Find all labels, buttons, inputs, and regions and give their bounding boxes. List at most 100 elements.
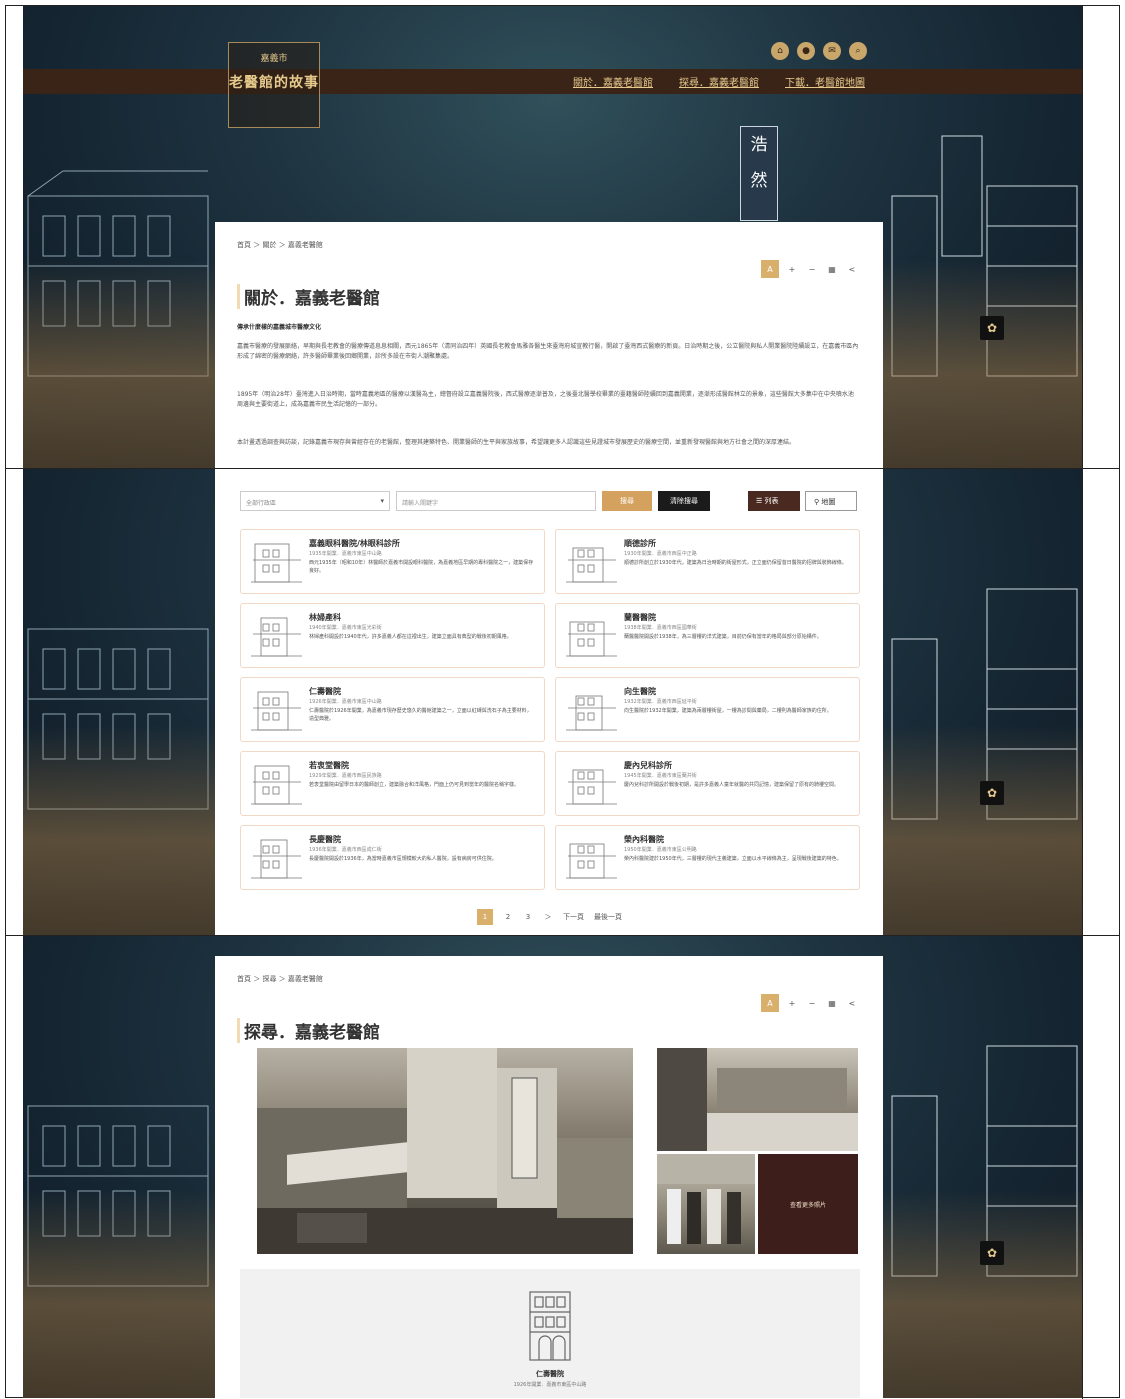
explore-list-card: 全部行政區 ▾ 請輸入關鍵字 搜尋 清除搜尋 ☰ 列表 ⚲ 地圖 嘉義眼科醫院/…: [215, 469, 883, 935]
clinic-name: 向生醫院: [624, 687, 656, 696]
lead-text: 傳承什麼樣的嘉義城市醫療文化: [237, 324, 322, 331]
clear-search-button[interactable]: 清除搜尋: [658, 491, 710, 511]
map-view-button[interactable]: ⚲ 地圖: [805, 491, 857, 511]
clinic-description: 慶內兒科診所開設於戰後初期，是許多嘉義人童年就醫的共同記憶，建築保留了原有的騎樓…: [624, 782, 840, 788]
pagination: 1 2 3 ＞ 下一頁 最後一頁: [477, 909, 622, 925]
building-illustration-right: [891, 135, 1078, 377]
search-button[interactable]: 搜尋: [602, 491, 652, 511]
clinic-name: 仁壽醫院: [309, 687, 341, 696]
page-1[interactable]: 1: [477, 909, 493, 925]
print-icon[interactable]: ▦: [825, 996, 839, 1010]
clinic-description: 順德診所創立於1930年代，建築為日治時期的街屋形式，正立面仍保留昔日醫院的招牌…: [624, 560, 847, 566]
row-explore-detail: ✿ 首頁 ＞ 探尋 ＞ 嘉義老醫館 A + − ▦ < 探尋．嘉義老醫館 查看更…: [6, 936, 1119, 1399]
street-photo-illustration: [657, 1048, 858, 1151]
clinic-card[interactable]: 慶內兒科診所 1945年開業．嘉義市東區蘭井街慶內兒科診所開設於戰後初期，是許多嘉…: [555, 751, 860, 816]
district-select[interactable]: 全部行政區 ▾: [240, 491, 390, 511]
clinic-card[interactable]: 林婦產科 1940年開業．嘉義市東區光彩街 林婦產科開設於1940年代，許多嘉義人都…: [240, 603, 545, 668]
explore-detail-card: 首頁 ＞ 探尋 ＞ 嘉義老醫館 A + − ▦ < 探尋．嘉義老醫館 查看更多照…: [215, 956, 883, 1398]
breadcrumb: 首頁 ＞ 關於 ＞ 嘉義老醫館: [237, 241, 323, 249]
user-icon[interactable]: ●: [797, 42, 815, 60]
clinic-meta: 1929年開業．嘉義市西區民族路: [309, 773, 382, 779]
main-nav: 關於．嘉義老醫館 探尋．嘉義老醫館 下載．老醫館地圖: [573, 74, 865, 89]
mail-icon[interactable]: ✉: [823, 42, 841, 60]
historic-photo-3[interactable]: [657, 1154, 755, 1254]
zoom-out-icon[interactable]: −: [805, 262, 819, 276]
search-icon[interactable]: ⌕: [849, 42, 867, 60]
clinic-card[interactable]: 向生醫院 1932年開業．嘉義市西區延平街 向生醫院於1932年開業，建築為兩層樓街…: [555, 677, 860, 742]
clinic-meta: 1926年開業．嘉義市東區中山路: [309, 699, 382, 705]
clinic-meta: 1938年開業．嘉義市西區國華街: [624, 625, 697, 631]
clinic-card[interactable]: 長慶醫院 1936年開業．嘉義市西區成仁街 長慶醫院開設於1936年，為當時嘉義市區…: [240, 825, 545, 890]
clinic-thumbnail: [251, 691, 302, 731]
zoom-in-icon[interactable]: +: [785, 996, 799, 1010]
row-about: 浩 然 嘉義市 老醫館的故事 ⌂ ● ✉ ⌕ 關於．嘉義老醫館 探尋．嘉義老醫館…: [6, 6, 1119, 469]
page-tools: A + − ▦ <: [761, 260, 859, 278]
clinic-card[interactable]: 蘭醫醫院 1938年開業．嘉義市西區國華街蘭醫醫院開設於1938年，為三層樓的洋式…: [555, 603, 860, 668]
clinic-description: 長慶醫院開設於1936年，為當時嘉義市區規模較大的私人醫院，設有病房可供住院。: [309, 856, 497, 862]
clinic-card[interactable]: 若衷堂醫院 1929年開業．嘉義市西區民族路若衷堂醫院由留學日本的醫師創立，建築融…: [240, 751, 545, 816]
main-historic-photo[interactable]: [257, 1048, 633, 1254]
clinic-card[interactable]: 榮內科醫院 1950年開業．嘉義市東區公明路 榮內科醫院建於1950年代，三層樓的現…: [555, 825, 860, 890]
building-illustration-left: [27, 628, 209, 810]
clinic-meta: 1932年開業．嘉義市西區延平街: [624, 699, 697, 705]
nav-download[interactable]: 下載．老醫館地圖: [785, 74, 865, 89]
share-icon[interactable]: <: [845, 262, 859, 276]
about-paragraph: 1895年（明治28年）臺灣進入日治時期，當時嘉義地區的醫療以漢醫為主，總督府設…: [237, 391, 854, 408]
clinic-name: 若衷堂醫院: [309, 761, 349, 770]
clinic-thumbnail: [566, 695, 617, 731]
next-page-link[interactable]: 下一頁: [563, 912, 584, 922]
sidebar-toggle-button[interactable]: ✿: [980, 781, 1004, 805]
clinic-thumbnail: [566, 843, 617, 879]
clinic-list: 嘉義眼科醫院/林眼科診所 1935年開業．嘉義市東區中山路 西元1935年（昭和10…: [240, 529, 860, 890]
featured-clinic-name: 仁壽醫院: [536, 1370, 564, 1378]
font-size-icon[interactable]: A: [761, 260, 779, 278]
logo-subtitle: 嘉義市: [260, 54, 288, 64]
historic-photo-2[interactable]: [657, 1048, 858, 1151]
featured-clinic[interactable]: 仁壽醫院 1926年開業．嘉義市東區中山路: [240, 1269, 860, 1398]
more-photos-button[interactable]: 查看更多照片: [758, 1154, 858, 1254]
page-title: 探尋．嘉義老醫館: [237, 1018, 380, 1043]
nav-explore[interactable]: 探尋．嘉義老醫館: [679, 74, 759, 89]
nav-about[interactable]: 關於．嘉義老醫館: [573, 74, 653, 89]
site-logo[interactable]: 嘉義市 老醫館的故事: [228, 42, 320, 128]
font-size-icon[interactable]: A: [761, 994, 779, 1012]
clinic-building-icon: [529, 1291, 571, 1361]
group-photo-illustration: [657, 1154, 755, 1244]
last-page-link[interactable]: 最後一頁: [594, 912, 622, 922]
print-icon[interactable]: ▦: [825, 262, 839, 276]
zoom-in-icon[interactable]: +: [785, 262, 799, 276]
clinic-description: 林婦產科開設於1940年代，許多嘉義人都在這裡出生，建築立面具有典型的戰後初期風…: [309, 634, 512, 640]
clinic-meta: 1945年開業．嘉義市東區蘭井街: [624, 773, 697, 779]
clinic-name: 蘭醫醫院: [624, 613, 656, 622]
row-explore-list: ✿ 全部行政區 ▾ 請輸入關鍵字 搜尋 清除搜尋 ☰ 列表 ⚲ 地圖 嘉義眼科醫…: [6, 469, 1119, 936]
about-paragraph: 嘉義市醫療的發展脈絡，早期與長老教會的醫療傳道息息相關，西元1865年（清同治四…: [237, 343, 859, 360]
clinic-meta: 1950年開業．嘉義市東區公明路: [624, 847, 697, 853]
clinic-card[interactable]: 嘉義眼科醫院/林眼科診所 1935年開業．嘉義市東區中山路 西元1935年（昭和10…: [240, 529, 545, 594]
clinic-description: 蘭醫醫院開設於1938年，為三層樓的洋式建築，目前仍保有當年的格局與部分原始構件…: [624, 634, 822, 640]
clinic-name: 慶內兒科診所: [624, 761, 672, 770]
clinic-card[interactable]: 仁壽醫院 1926年開業．嘉義市東區中山路仁壽醫院於1926年開業，為嘉義市現存歷…: [240, 677, 545, 742]
page-2[interactable]: 2: [503, 913, 513, 921]
page-3[interactable]: 3: [523, 913, 533, 921]
list-view-button[interactable]: ☰ 列表: [748, 491, 800, 511]
next-arrow[interactable]: ＞: [543, 912, 553, 922]
share-icon[interactable]: <: [845, 996, 859, 1010]
clinic-name: 長慶醫院: [309, 835, 341, 844]
clinic-card[interactable]: 順德診所 1930年開業．嘉義市西區中正路順德診所創立於1930年代，建築為日治時…: [555, 529, 860, 594]
sidebar-toggle-button[interactable]: ✿: [980, 1241, 1004, 1265]
clinic-thumbnail: [251, 617, 302, 657]
building-illustration-left: [27, 170, 209, 377]
clinic-meta: 1930年開業．嘉義市西區中正路: [624, 551, 697, 557]
zoom-out-icon[interactable]: −: [805, 996, 819, 1010]
clinic-description: 若衷堂醫院由留學日本的醫師創立，建築融合和洋風格，門面上仍可見到當年的醫院名稱字…: [309, 782, 520, 788]
clinic-name: 順德診所: [624, 539, 656, 548]
screenshot-grid: 浩 然 嘉義市 老醫館的故事 ⌂ ● ✉ ⌕ 關於．嘉義老醫館 探尋．嘉義老醫館…: [5, 5, 1120, 1399]
clinic-description: 西元1935年（昭和10年）林醫師於嘉義市開設眼科醫院，為嘉義地區早期的專科醫院…: [309, 560, 534, 574]
clinic-thumbnail: [566, 621, 617, 657]
nav-bar: [23, 69, 1082, 94]
clinic-description: 仁壽醫院於1926年開業，為嘉義市現存歷史悠久的醫館建築之一，立面以紅磚與洗石子…: [309, 708, 532, 722]
about-page-screenshot: 浩 然 嘉義市 老醫館的故事 ⌂ ● ✉ ⌕ 關於．嘉義老醫館 探尋．嘉義老醫館…: [23, 6, 1082, 468]
sidebar-toggle-button[interactable]: ✿: [980, 316, 1004, 340]
keyword-input[interactable]: 請輸入關鍵字: [396, 491, 596, 511]
home-icon[interactable]: ⌂: [771, 42, 789, 60]
